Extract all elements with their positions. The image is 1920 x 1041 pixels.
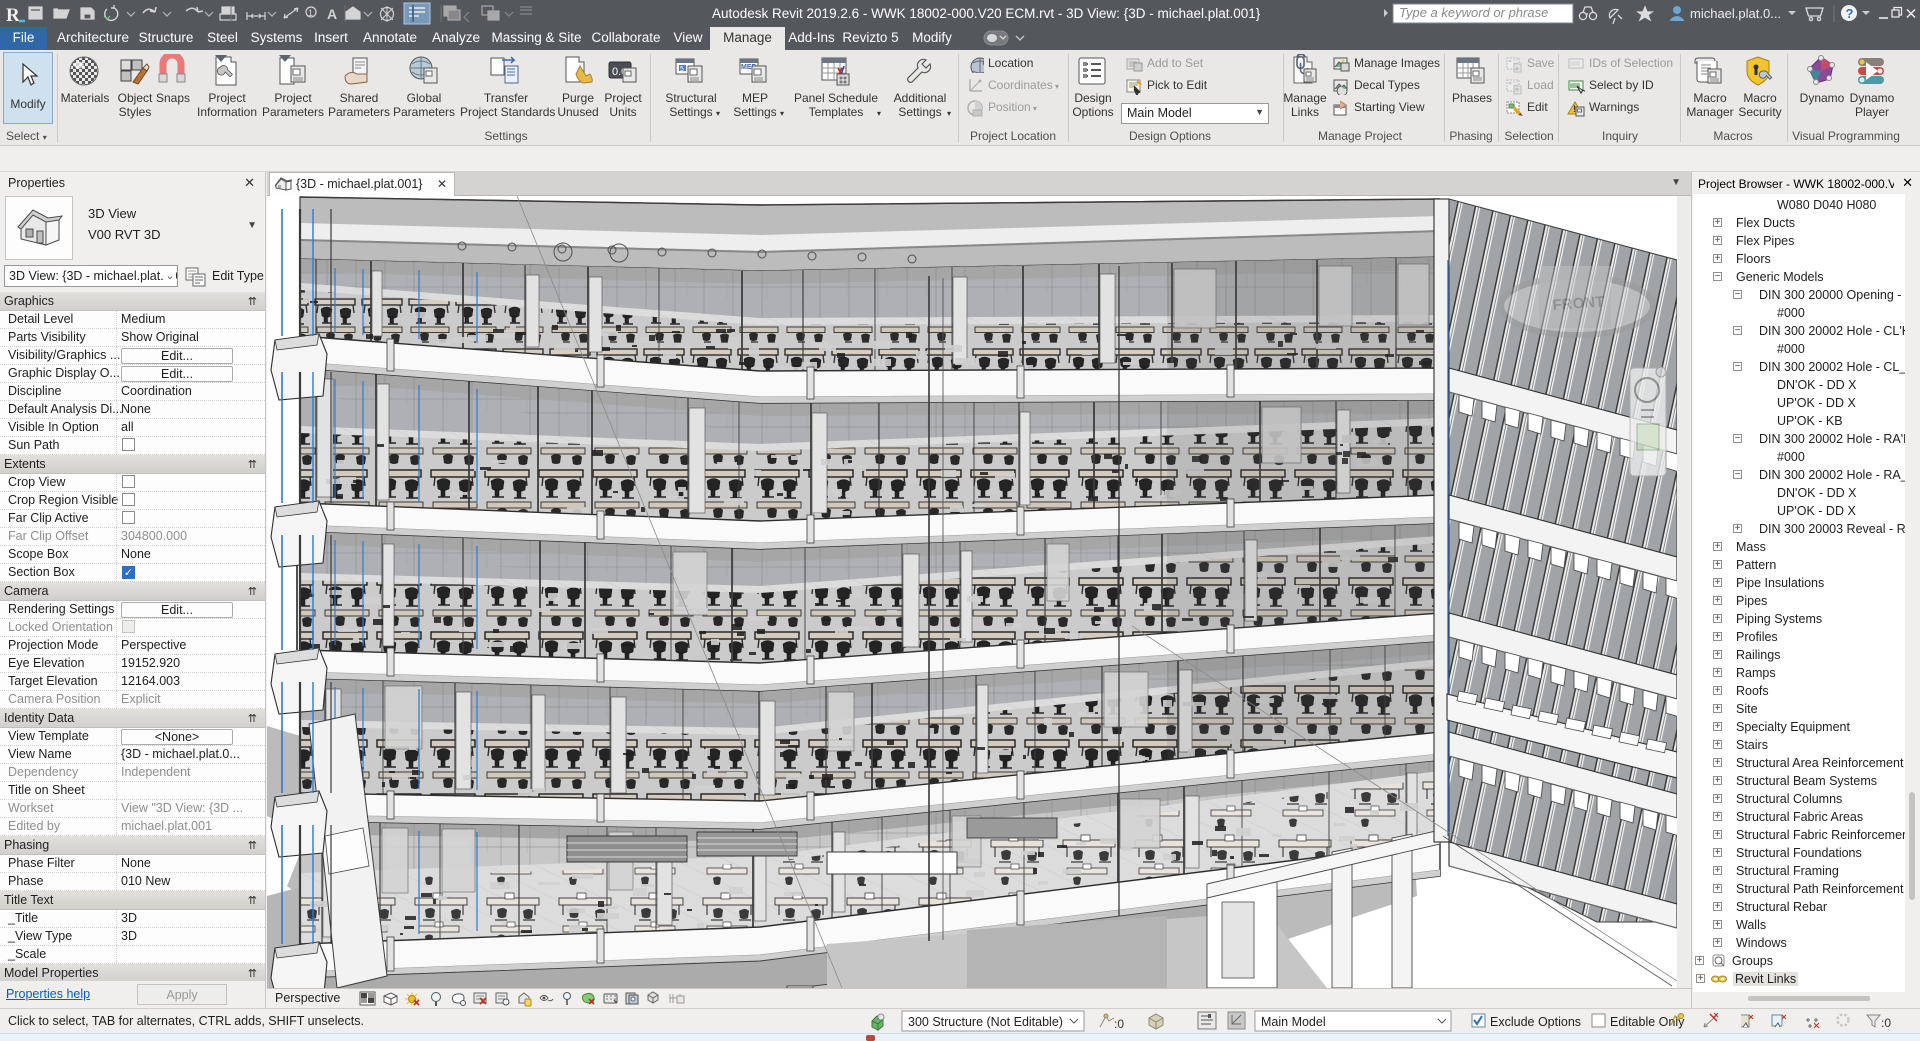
- svg-text:1: 1: [308, 8, 313, 18]
- svg-text:300 Structure (Not Editable): 300 Structure (Not Editable): [908, 1015, 1063, 1029]
- svg-text:R: R: [6, 5, 20, 26]
- svg-text:FRONT: FRONT: [1552, 293, 1605, 314]
- svg-text:A: A: [327, 6, 337, 22]
- svg-text:Exclude Options: Exclude Options: [1490, 1015, 1581, 1029]
- svg-text::0: :0: [1881, 1016, 1891, 1030]
- svg-text:Editable Only: Editable Only: [1610, 1015, 1685, 1029]
- svg-text:5: 5: [680, 66, 684, 73]
- svg-text::0: :0: [1114, 1017, 1124, 1031]
- svg-text:?: ?: [1846, 6, 1854, 21]
- svg-text:Autodesk Revit 2019.2.6 - WWK: Autodesk Revit 2019.2.6 - WWK 18002-000.…: [712, 6, 1261, 21]
- svg-text:michael.plat.0...: michael.plat.0...: [1690, 6, 1781, 21]
- svg-text:Main Model: Main Model: [1261, 1015, 1326, 1029]
- svg-text:Type a keyword or phrase: Type a keyword or phrase: [1399, 5, 1548, 20]
